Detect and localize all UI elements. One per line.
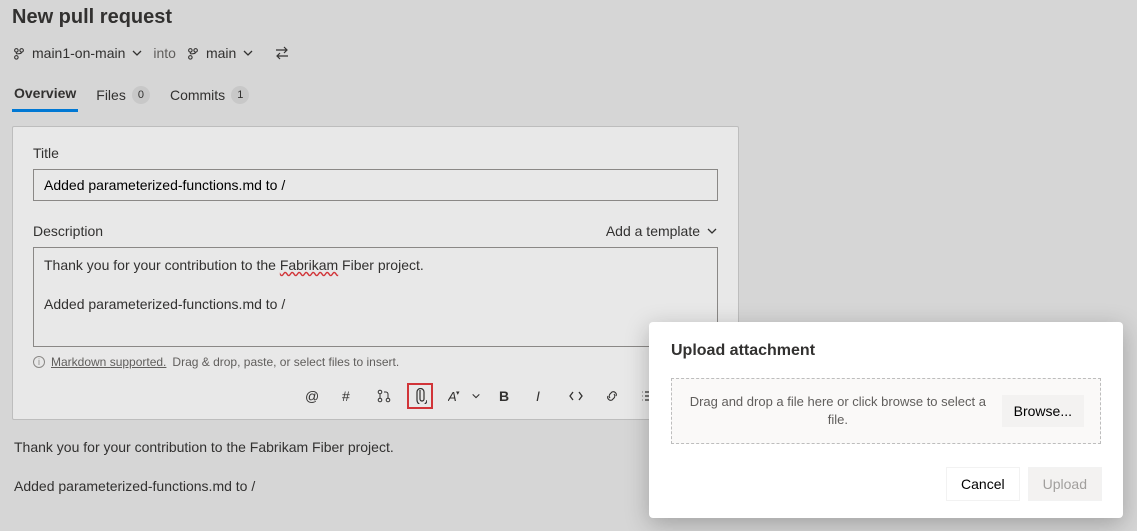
chevron-down-icon [471,391,481,401]
svg-text:▾: ▾ [456,390,460,397]
hash-icon[interactable]: # [335,383,361,409]
tab-label: Files [96,87,126,103]
desc-text: Fiber project. [338,257,424,273]
source-branch-name: main1-on-main [32,45,125,61]
file-dropzone[interactable]: Drag and drop a file here or click brows… [671,378,1101,444]
markdown-supported-link[interactable]: Markdown supported. [51,355,166,369]
font-size-dropdown[interactable]: A▾ [443,383,481,409]
tabs: Overview Files 0 Commits 1 [12,79,1137,112]
tab-overview[interactable]: Overview [12,79,78,112]
svg-text:@: @ [305,388,319,404]
swap-branches-icon[interactable] [274,46,290,60]
chevron-down-icon [706,225,718,237]
source-branch-selector[interactable]: main1-on-main [12,45,143,61]
target-branch-name: main [206,45,236,61]
files-count-badge: 0 [132,86,150,104]
description-textarea[interactable]: Thank you for your contribution to the F… [33,247,718,347]
add-template-dropdown[interactable]: Add a template [606,223,718,239]
code-icon[interactable] [563,383,589,409]
tab-label: Overview [14,85,76,101]
upload-button[interactable]: Upload [1029,468,1101,500]
branch-icon [12,46,26,60]
modal-actions: Cancel Upload [671,468,1101,500]
bold-icon[interactable]: B [491,383,517,409]
attachment-icon[interactable] [407,383,433,409]
hint-text: Drag & drop, paste, or select files to i… [172,355,399,369]
modal-title: Upload attachment [671,342,1101,360]
svg-text:I: I [536,388,540,404]
commits-count-badge: 1 [231,86,249,104]
into-label: into [153,45,176,61]
description-label: Description [33,223,103,239]
upload-attachment-modal: Upload attachment Drag and drop a file h… [649,322,1123,518]
mention-icon[interactable]: @ [299,383,325,409]
branch-icon [186,46,200,60]
svg-text:B: B [499,388,509,404]
chevron-down-icon [131,47,143,59]
add-template-label: Add a template [606,223,700,239]
branch-selector-row: main1-on-main into main [12,45,1137,61]
title-input[interactable] [33,169,718,201]
hint-row: i Markdown supported. Drag & drop, paste… [33,355,718,369]
italic-icon[interactable]: I [527,383,553,409]
desc-text: Thank you for your contribution to the [44,257,280,273]
link-icon[interactable] [599,383,625,409]
target-branch-selector[interactable]: main [186,45,254,61]
cancel-button[interactable]: Cancel [947,468,1019,500]
info-icon: i [33,356,45,368]
svg-text:#: # [342,388,350,404]
tab-commits[interactable]: Commits 1 [168,80,251,112]
title-label: Title [33,145,718,161]
pull-request-icon[interactable] [371,383,397,409]
desc-text: Added parameterized-functions.md to / [44,296,285,312]
desc-brand: Fabrikam [280,257,338,273]
dropzone-text: Drag and drop a file here or click brows… [688,393,988,429]
page-title: New pull request [12,6,1137,29]
tab-files[interactable]: Files 0 [94,80,152,112]
browse-button[interactable]: Browse... [1002,395,1084,427]
pr-form-card: Title Description Add a template Thank y… [12,126,739,420]
font-size-icon: A▾ [443,383,469,409]
chevron-down-icon [242,47,254,59]
tab-label: Commits [170,87,225,103]
